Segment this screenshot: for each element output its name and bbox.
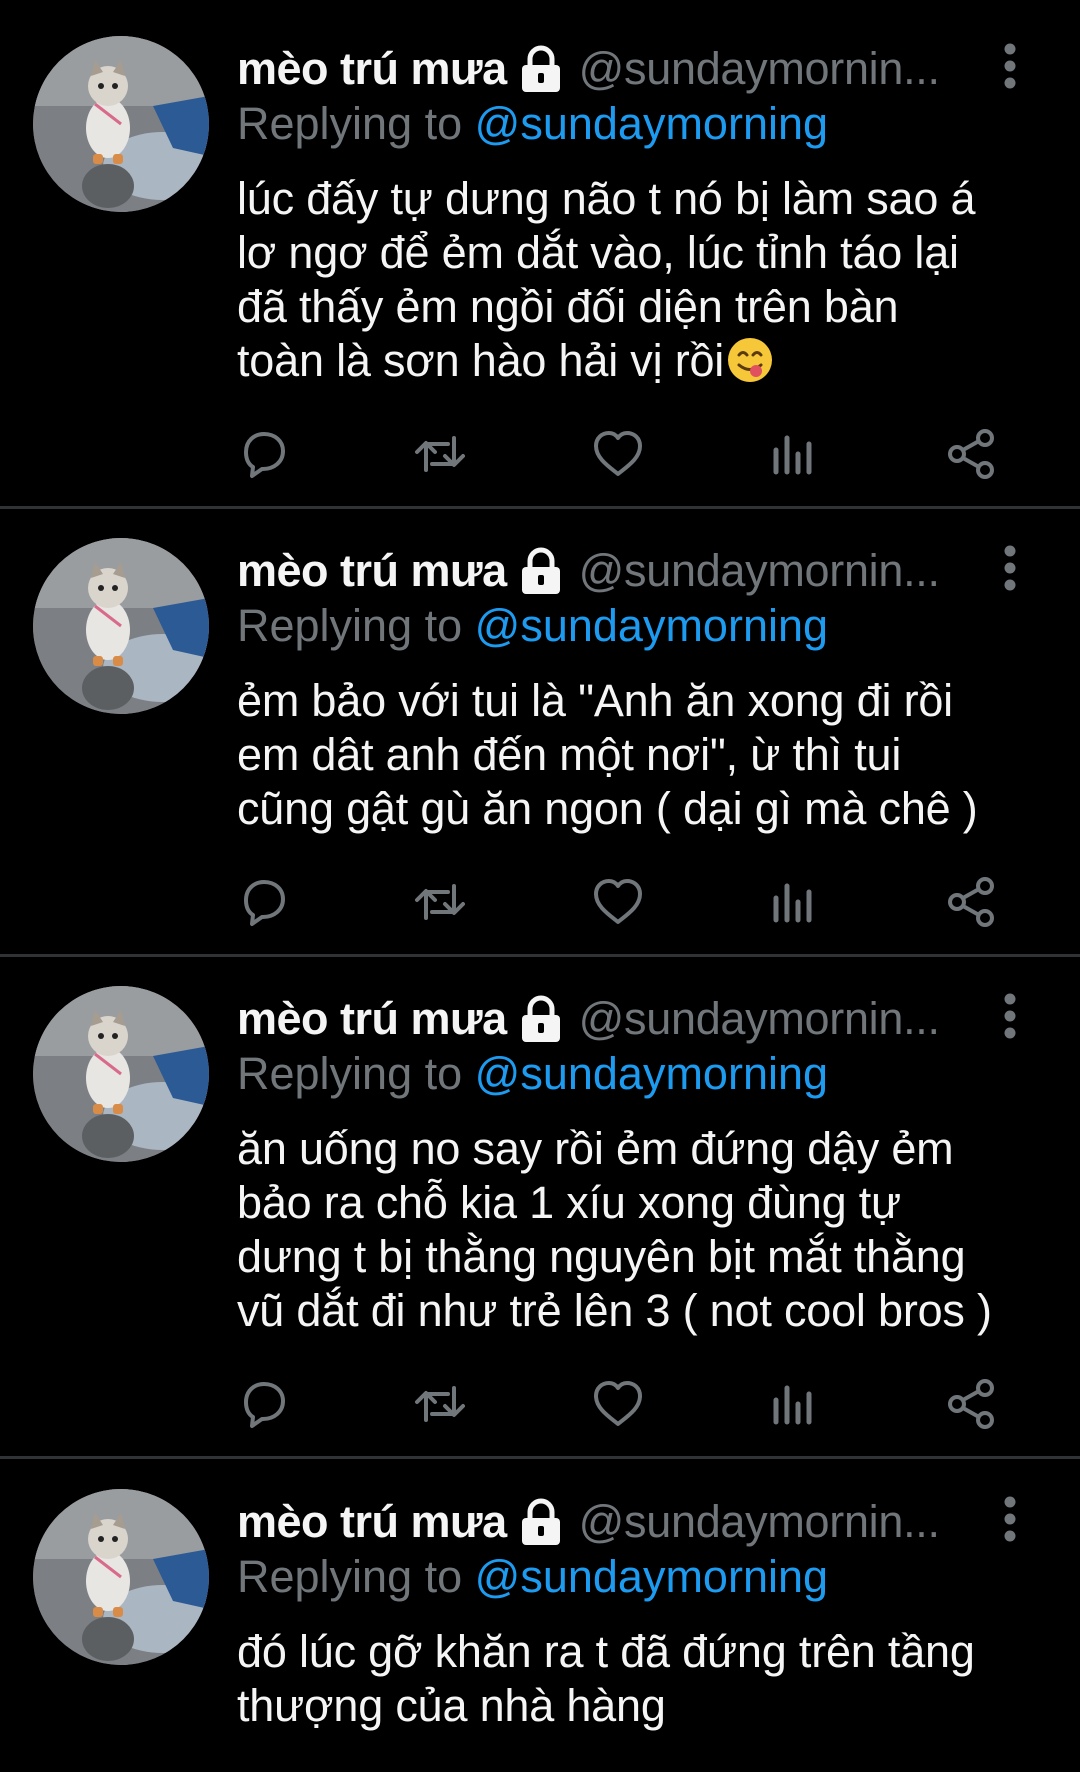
replying-to-label: Replying to [237, 1551, 463, 1602]
tweet-text: ăn uống no say rồi ẻm đứng dậy ẻm bảo ra… [237, 1122, 1067, 1338]
like-button[interactable] [590, 874, 646, 930]
lock-icon [521, 1498, 560, 1545]
tweet-header: mèo trú mưa @sundaymornin... [237, 1491, 940, 1553]
replying-to-label: Replying to [237, 98, 463, 149]
lock-icon [521, 995, 560, 1042]
avatar[interactable] [33, 538, 209, 714]
share-icon [948, 1379, 994, 1429]
lock-icon [521, 547, 560, 594]
tweet-actions [0, 1376, 1080, 1436]
tweet-header: mèo trú mưa @sundaymornin... [237, 540, 940, 602]
retweet-button[interactable] [412, 874, 468, 930]
more-vertical-icon[interactable] [995, 42, 1025, 90]
lock-icon [521, 45, 560, 92]
analytics-button[interactable] [766, 1376, 822, 1432]
display-name[interactable]: mèo trú mưa [237, 993, 507, 1045]
tweet-text: lúc đấy tự dưng não t nó bị làm sao á lơ… [237, 172, 1037, 388]
replying-to-line: Replying to @sundaymorning [237, 1046, 828, 1102]
reply-icon [244, 432, 285, 478]
tweet-text: đó lúc gỡ khăn ra t đã đứng trên tầng th… [237, 1625, 1037, 1733]
username-handle[interactable]: @sundaymornin... [579, 43, 940, 95]
avatar[interactable] [33, 36, 209, 212]
share-button[interactable] [944, 426, 1000, 482]
text-line: thượng của nhà hàng [237, 1680, 666, 1731]
display-name[interactable]: mèo trú mưa [237, 1496, 507, 1548]
analytics-icon [773, 435, 812, 475]
replying-to-line: Replying to @sundaymorning [237, 1549, 828, 1605]
tweet-header: mèo trú mưa @sundaymornin... [237, 38, 940, 100]
reply-icon [244, 880, 285, 926]
more-vertical-icon[interactable] [995, 1495, 1025, 1543]
like-icon [594, 879, 642, 924]
username-handle[interactable]: @sundaymornin... [579, 1496, 940, 1548]
text-line: dưng t bị thằng nguyên bịt mắt thằng [237, 1231, 966, 1282]
tweet-actions [0, 874, 1080, 934]
more-vertical-icon[interactable] [995, 544, 1025, 592]
username-handle[interactable]: @sundaymornin... [579, 545, 940, 597]
text-line-with-emoji: toàn là sơn hào hải vị rồi [237, 334, 1037, 388]
analytics-button[interactable] [766, 426, 822, 482]
tweet-actions [0, 426, 1080, 486]
share-icon [948, 429, 994, 479]
replying-to-mention[interactable]: @sundaymorning [475, 1551, 828, 1602]
retweet-icon [415, 436, 465, 472]
yum-face-emoji-icon [728, 338, 773, 382]
reply-icon [244, 1382, 285, 1428]
share-icon [948, 877, 994, 927]
divider [0, 1456, 1080, 1459]
cat-avatar-icon [33, 986, 209, 1162]
avatar[interactable] [33, 986, 209, 1162]
analytics-button[interactable] [766, 874, 822, 930]
like-icon [594, 1381, 642, 1426]
tweet-text: ẻm bảo với tui là "Anh ăn xong đi rồi em… [237, 674, 1037, 836]
like-button[interactable] [590, 1376, 646, 1432]
share-button[interactable] [944, 1376, 1000, 1432]
analytics-icon [773, 1385, 812, 1425]
text-line: đó lúc gỡ khăn ra t đã đứng trên tầng [237, 1626, 975, 1677]
retweet-button[interactable] [412, 426, 468, 482]
username-handle[interactable]: @sundaymornin... [579, 993, 940, 1045]
text-line: ẻm bảo với tui là "Anh ăn xong đi rồi [237, 675, 953, 726]
text-line: em dât anh đến một nơi", ừ thì tui [237, 729, 902, 780]
text-line: đã thấy ẻm ngồi đối diện trên bàn [237, 281, 899, 332]
replying-to-mention[interactable]: @sundaymorning [475, 600, 828, 651]
text-line: bảo ra chỗ kia 1 xíu xong đùng tự [237, 1177, 901, 1228]
text-line: lúc đấy tự dưng não t nó bị làm sao á [237, 173, 976, 224]
cat-avatar-icon [33, 538, 209, 714]
divider [0, 954, 1080, 957]
avatar[interactable] [33, 1489, 209, 1665]
display-name[interactable]: mèo trú mưa [237, 43, 507, 95]
reply-button[interactable] [236, 426, 292, 482]
more-vertical-icon[interactable] [995, 992, 1025, 1040]
divider [0, 506, 1080, 509]
replying-to-label: Replying to [237, 1048, 463, 1099]
text-line: vũ dắt đi như trẻ lên 3 ( not cool bros … [237, 1285, 992, 1336]
replying-to-line: Replying to @sundaymorning [237, 96, 828, 152]
cat-avatar-icon [33, 36, 209, 212]
replying-to-mention[interactable]: @sundaymorning [475, 1048, 828, 1099]
replying-to-label: Replying to [237, 600, 463, 651]
text-line: cũng gật gù ăn ngon ( dại gì mà chê ) [237, 783, 978, 834]
share-button[interactable] [944, 874, 1000, 930]
text-line: lơ ngơ để ẻm dắt vào, lúc tỉnh táo lại [237, 227, 959, 278]
cat-avatar-icon [33, 1489, 209, 1665]
reply-button[interactable] [236, 874, 292, 930]
retweet-icon [415, 884, 465, 920]
like-button[interactable] [590, 426, 646, 482]
replying-to-mention[interactable]: @sundaymorning [475, 98, 828, 149]
like-icon [594, 431, 642, 476]
retweet-icon [415, 1386, 465, 1422]
text-line: toàn là sơn hào hải vị rồi [237, 335, 725, 386]
replying-to-line: Replying to @sundaymorning [237, 598, 828, 654]
reply-button[interactable] [236, 1376, 292, 1432]
retweet-button[interactable] [412, 1376, 468, 1432]
tweet-header: mèo trú mưa @sundaymornin... [237, 988, 940, 1050]
display-name[interactable]: mèo trú mưa [237, 545, 507, 597]
text-line: ăn uống no say rồi ẻm đứng dậy ẻm [237, 1123, 954, 1174]
analytics-icon [773, 883, 812, 923]
